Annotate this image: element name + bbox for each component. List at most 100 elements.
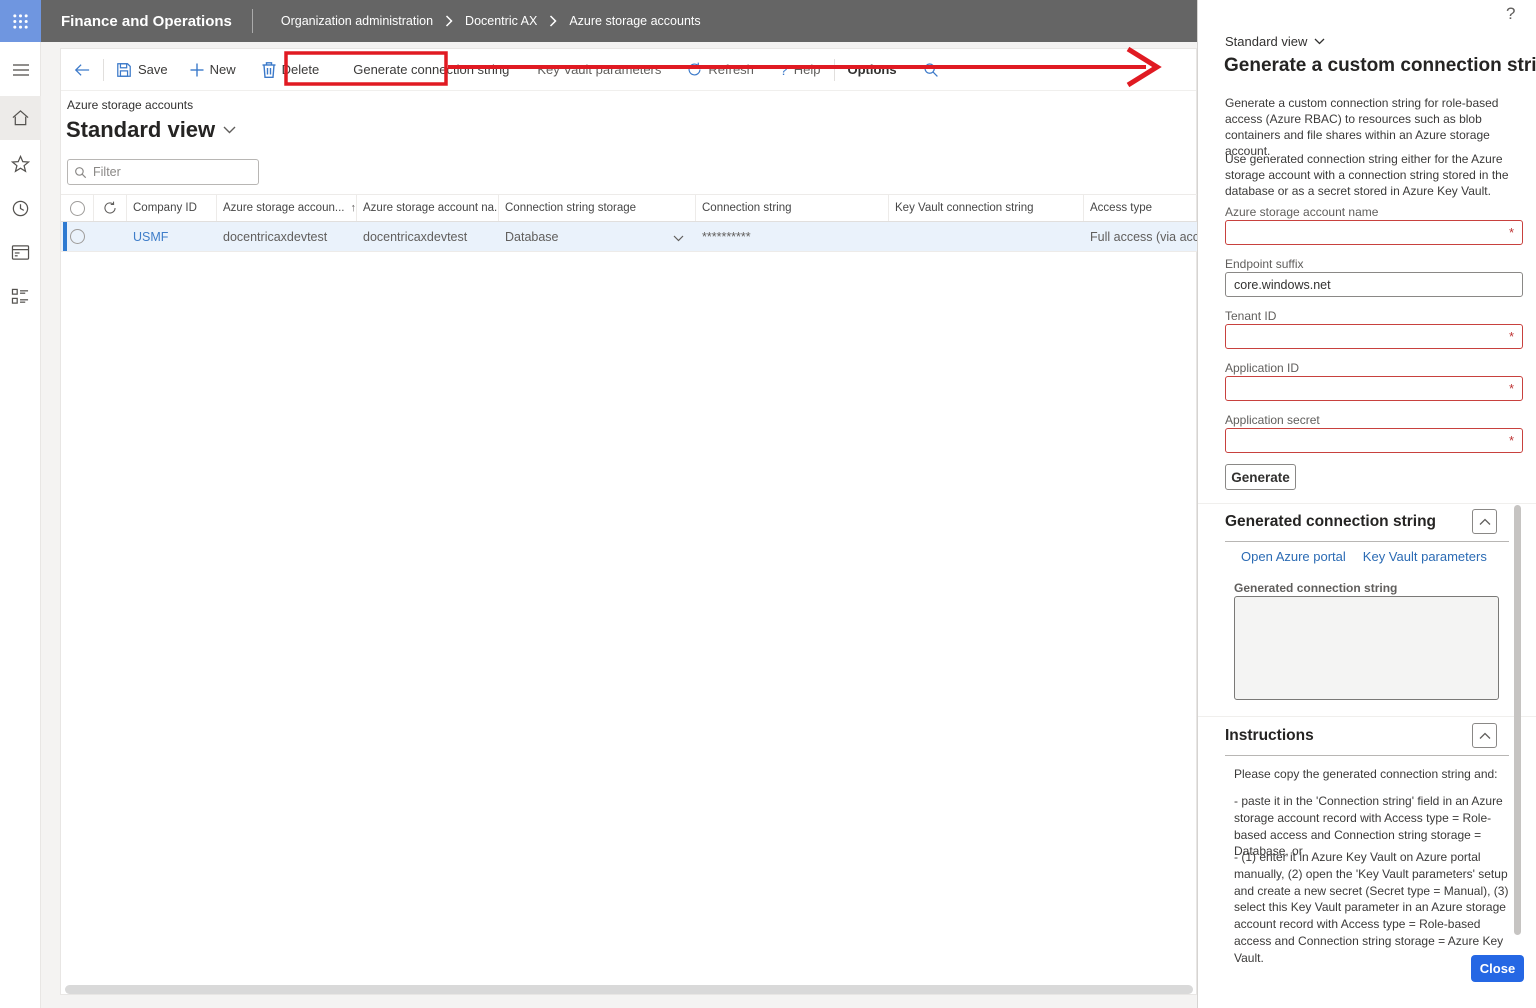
cell-access-type[interactable]: Full access (via acce [1084,222,1198,251]
main-content-card: Save New Delete Generate connection stri… [60,48,1198,995]
panel-view-selector[interactable]: Standard view [1225,34,1325,49]
chevron-down-icon [223,126,236,134]
help-button[interactable]: ? Help [780,62,821,78]
sidebar-menu-button[interactable] [0,50,41,90]
options-button[interactable]: Options [847,62,896,77]
close-button[interactable]: Close [1471,955,1524,982]
refresh-button[interactable]: Refresh [687,62,754,77]
cell-storage-account[interactable]: docentricaxdevtest [217,222,357,251]
required-asterisk: * [1508,433,1514,448]
field-application-secret: * [1225,428,1523,453]
sidebar-item-home[interactable] [0,96,41,140]
table-row[interactable]: USMF docentricaxdevtest docentricaxdevte… [61,222,1198,252]
application-secret-input[interactable] [1226,429,1509,452]
help-label: Help [793,62,821,77]
sidebar-item-workspaces[interactable] [0,276,41,316]
delete-button[interactable]: Delete [262,61,319,78]
chevron-right-icon [445,15,453,27]
refresh-icon [688,62,701,76]
key-vault-parameters-button[interactable]: Key Vault parameters [537,62,661,77]
save-button[interactable]: Save [116,62,168,78]
endpoint-suffix-input[interactable] [1226,273,1522,296]
column-header-connection-string-storage[interactable]: Connection string storage [499,195,696,221]
screen: Finance and Operations Organization admi… [0,0,1536,1008]
recent-icon [12,200,29,216]
workspaces-icon [11,288,29,304]
filter-container [67,159,259,185]
toolbar-divider [834,58,836,81]
panel-help-icon[interactable]: ? [1506,4,1515,24]
cell-connection-string[interactable]: ********** [696,222,889,251]
new-button[interactable]: New [190,62,236,77]
generated-connection-string-textarea[interactable] [1234,596,1499,700]
column-header-key-vault-connection-string[interactable]: Key Vault connection string [889,195,1084,221]
generate-connection-string-button[interactable]: Generate connection string [353,62,509,77]
field-tenant-id: * [1225,324,1523,349]
cell-key-vault-connection-string[interactable] [889,222,1084,251]
plus-icon [190,63,204,76]
section-header-rule [1225,541,1509,542]
view-selector[interactable]: Standard view [66,117,236,143]
field-label-application-id: Application ID [1225,361,1300,375]
column-header-storage-account-name[interactable]: Azure storage account na... [357,195,499,221]
app-title: Finance and Operations [61,12,232,30]
waffle-icon [13,13,28,29]
grid-refresh-header[interactable] [94,195,127,221]
selected-row-accent [63,222,67,251]
left-sidebar [0,42,41,1008]
select-all-header[interactable] [61,195,94,221]
menu-icon [12,64,29,76]
chevron-up-icon [1479,732,1490,739]
tenant-id-input[interactable] [1226,325,1509,348]
key-vault-parameters-link[interactable]: Key Vault parameters [1363,549,1487,564]
trash-icon [262,61,276,78]
breadcrumb-azure-storage-accounts[interactable]: Azure storage accounts [569,14,700,28]
storage-account-name-input[interactable] [1226,221,1509,244]
generated-section-links: Open Azure portal Key Vault parameters [1241,549,1487,564]
breadcrumb-docentric-ax[interactable]: Docentric AX [465,14,537,28]
question-icon: ? [779,61,788,78]
sidebar-item-recent[interactable] [0,188,41,228]
new-label: New [209,62,236,77]
filter-input[interactable] [93,165,243,179]
back-button[interactable] [73,62,91,78]
field-endpoint-suffix [1225,272,1523,297]
home-icon [12,110,29,126]
storage-accounts-grid: Company ID Azure storage accoun... ↑ Azur… [61,194,1198,252]
cell-connection-string-storage[interactable]: Database [499,222,696,251]
cell-storage-account-name[interactable]: docentricaxdevtest [357,222,499,251]
view-title: Standard view [66,117,216,142]
cell-company-id[interactable]: USMF [127,222,217,251]
column-header-access-type[interactable]: Access type [1084,195,1198,221]
generate-button[interactable]: Generate [1225,464,1296,490]
toolbar-search-button[interactable] [923,62,939,78]
sidebar-item-forms[interactable] [0,232,41,272]
row-refresh-cell [94,222,127,251]
column-header-company-id[interactable]: Company ID [127,195,217,221]
panel-scrollbar[interactable] [1514,505,1521,935]
star-icon [11,155,30,173]
column-header-connection-string[interactable]: Connection string [696,195,889,221]
chevron-right-icon [549,15,557,27]
generate-connection-string-panel: ? Standard view Generate a custom connec… [1197,0,1536,1008]
select-all-radio[interactable] [69,200,85,216]
column-header-storage-account[interactable]: Azure storage accoun... ↑ [217,195,357,221]
field-label-storage-account-name: Azure storage account name [1225,205,1379,219]
sidebar-item-favorites[interactable] [0,144,41,184]
horizontal-scrollbar[interactable] [65,985,1193,994]
instructions-p3: - (1) enter it in Azure Key Vault on Azu… [1234,850,1509,965]
row-select-radio[interactable] [70,229,85,244]
field-application-id: * [1225,376,1523,401]
application-id-input[interactable] [1226,377,1509,400]
top-navbar: Finance and Operations Organization admi… [0,0,1197,42]
generated-section-collapse-button[interactable] [1472,509,1497,534]
breadcrumb-org-admin[interactable]: Organization administration [281,14,433,28]
instructions-section-collapse-button[interactable] [1472,723,1497,748]
panel-intro-1: Generate a custom connection string for … [1225,96,1499,158]
chevron-down-icon[interactable] [673,231,684,245]
refresh-label: Refresh [708,62,754,77]
field-storage-account-name: * [1225,220,1523,245]
app-launcher-button[interactable] [0,0,41,42]
panel-title: Generate a custom connection string [1224,55,1536,76]
open-azure-portal-link[interactable]: Open Azure portal [1241,549,1346,564]
